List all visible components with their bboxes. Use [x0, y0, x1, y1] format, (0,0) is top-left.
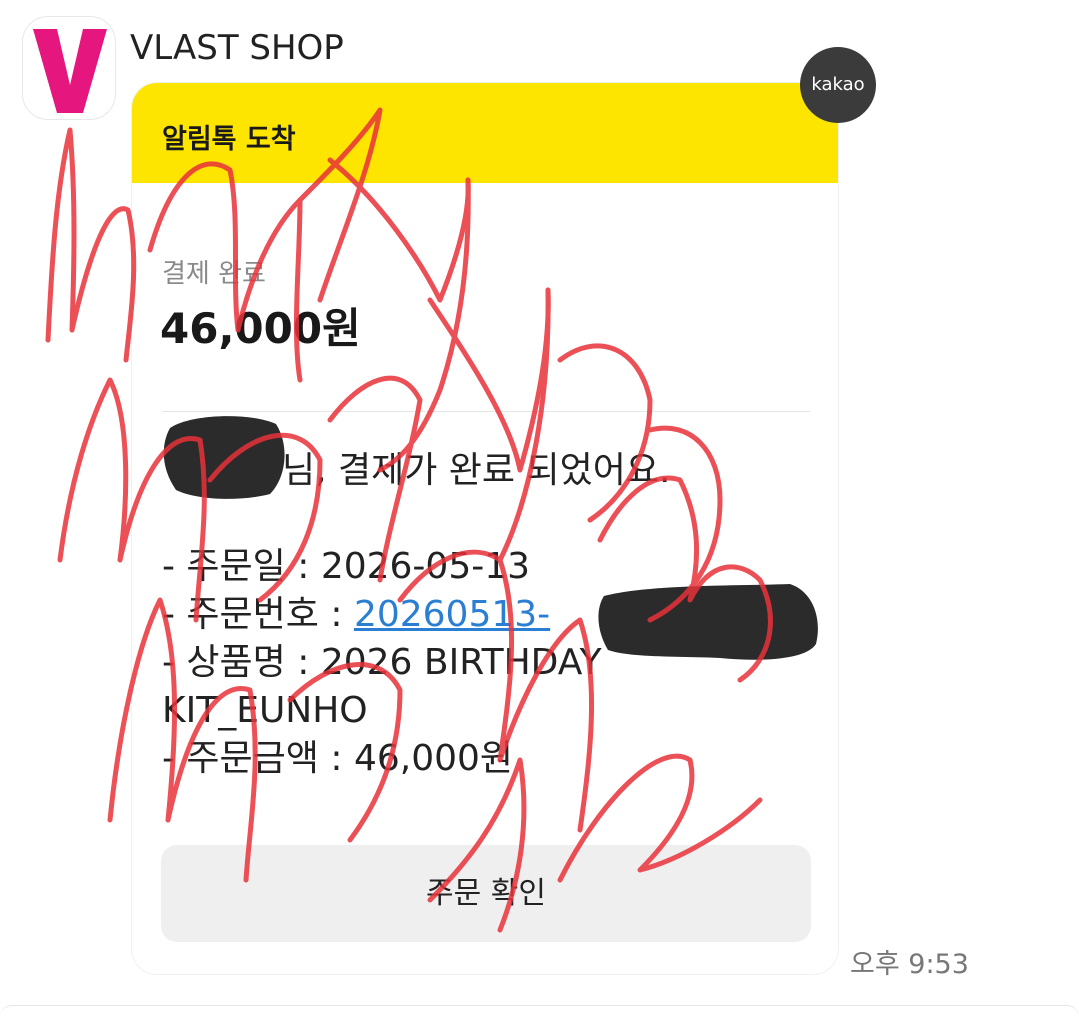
vlast-v-logo-icon [33, 29, 107, 113]
greeting-line: 님, 결제가 완료 되었어요. [162, 447, 812, 495]
greeting-text: 님, 결제가 완료 되었어요. [282, 450, 671, 491]
input-bar-edge [0, 1005, 1079, 1017]
detail-value: 2026 BIRTHDAY [320, 642, 602, 683]
detail-order-date: - 주문일 : 2026-05-13 [162, 543, 812, 591]
sender-avatar[interactable] [22, 16, 116, 120]
detail-value: KIT_EUNHO [162, 690, 368, 731]
card-header-title: 알림톡 도착 [162, 124, 296, 155]
order-confirm-button[interactable]: 주문 확인 [161, 845, 811, 942]
payment-status-label: 결제 완료 [162, 259, 266, 289]
kakao-badge: kakao [800, 47, 876, 123]
payment-amount: 46,000원 [160, 304, 361, 353]
order-number-link[interactable]: 20260513- [354, 594, 550, 635]
card-header: 알림톡 도착 [132, 83, 838, 183]
detail-product-name-continued: KIT_EUNHO [162, 687, 812, 735]
detail-label: - 상품명 : [162, 642, 321, 683]
detail-label: - 주문금액 : [162, 738, 354, 779]
detail-value: 2026-05-13 [320, 546, 531, 587]
message-body: 님, 결제가 완료 되었어요. - 주문일 : 2026-05-13 - 주문번… [162, 447, 812, 783]
detail-order-number: - 주문번호 : 20260513- [162, 591, 812, 639]
detail-order-amount: - 주문금액 : 46,000원 [162, 735, 812, 783]
message-timestamp: 오후 9:53 [850, 949, 969, 980]
chat-screen: VLAST SHOP 알림톡 도착 결제 완료 46,000원 님, 결제가 완… [0, 0, 1079, 1017]
detail-product-name: - 상품명 : 2026 BIRTHDAY [162, 639, 812, 687]
sender-name: VLAST SHOP [130, 28, 344, 68]
redacted-customer-name [162, 450, 282, 482]
alimtalk-message-card: 알림톡 도착 결제 완료 46,000원 님, 결제가 완료 되었어요. - 주… [131, 82, 839, 975]
detail-label: - 주문일 : [162, 546, 321, 587]
card-divider [162, 411, 810, 412]
detail-value: 46,000원 [353, 738, 514, 779]
detail-label: - 주문번호 : [162, 594, 354, 635]
